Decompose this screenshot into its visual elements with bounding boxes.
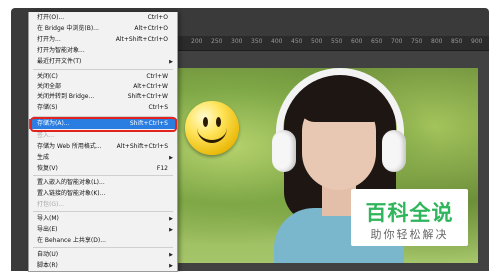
menu-item[interactable]: 关闭并转到 Bridge... Shift+Ctrl+W bbox=[29, 92, 177, 102]
menu-item-label: 置入嵌入的智能对象(L)... bbox=[37, 179, 105, 186]
menu-separator bbox=[33, 175, 173, 176]
menu-item-label: 打开为... bbox=[37, 36, 61, 43]
menu-item[interactable]: 关闭(C) Ctrl+W bbox=[29, 72, 177, 82]
smiley-face-icon bbox=[185, 101, 239, 155]
watermark-title: 百科全说 bbox=[365, 201, 454, 225]
menu-item-label: 关闭(C) bbox=[37, 73, 58, 80]
watermark-logo: 百科全说 助你轻松解决 bbox=[351, 189, 468, 246]
menu-item-label: 打包(G)... bbox=[37, 201, 65, 208]
menu-item: 签入... bbox=[29, 131, 177, 141]
menu-separator bbox=[33, 211, 173, 212]
menu-item-shortcut: F12 bbox=[156, 165, 168, 172]
menu-item-shortcut: Alt+Ctrl+O bbox=[134, 25, 168, 32]
menu-item-label: 生成 bbox=[37, 154, 50, 161]
menu-item[interactable]: 自动(U) ▶ bbox=[29, 250, 177, 260]
menu-item-shortcut: Ctrl+S bbox=[148, 104, 168, 111]
ruler-tick-label: 350 bbox=[251, 38, 263, 45]
menu-item[interactable]: 存储为 Web 所用格式... Alt+Shift+Ctrl+S bbox=[29, 142, 177, 152]
menu-item: 打包(G)... bbox=[29, 200, 177, 210]
ruler-tick-label: 400 bbox=[271, 38, 283, 45]
menu-item[interactable]: 在 Bridge 中浏览(B)... Alt+Ctrl+O bbox=[29, 24, 177, 34]
menu-item-label: 打开为智能对象... bbox=[37, 47, 85, 54]
horizontal-ruler: 200 250 300 350 400 450 500 550 600 650 700 750 800 8… bbox=[177, 36, 489, 51]
menu-item[interactable]: 存储(S) Ctrl+S bbox=[29, 103, 177, 113]
chevron-right-icon: ▶ bbox=[169, 59, 173, 65]
menu-item-label: 存储(S) bbox=[37, 104, 58, 111]
highlight-callout-box bbox=[30, 117, 177, 132]
menu-item-label: 签入... bbox=[37, 132, 55, 139]
menu-separator bbox=[33, 247, 173, 248]
ruler-tick-label: 750 bbox=[411, 38, 423, 45]
ruler-tick-label: 650 bbox=[371, 38, 383, 45]
ruler-tick-label: 300 bbox=[231, 38, 243, 45]
menu-item[interactable]: 生成 ▶ bbox=[29, 153, 177, 163]
chevron-right-icon: ▶ bbox=[169, 263, 173, 269]
menu-item-shortcut: Ctrl+O bbox=[147, 14, 168, 21]
menu-item[interactable]: 脚本(R) ▶ bbox=[29, 261, 177, 271]
menu-item[interactable]: 置入嵌入的智能对象(L)... bbox=[29, 178, 177, 188]
menu-item-label: 关闭全部 bbox=[37, 83, 62, 90]
menu-item[interactable]: 打开为智能对象... bbox=[29, 46, 177, 56]
menu-item[interactable]: 打开为... Alt+Shift+Ctrl+O bbox=[29, 35, 177, 45]
menu-item-label: 恢复(V) bbox=[37, 165, 58, 172]
ruler-tick-label: 550 bbox=[331, 38, 343, 45]
menu-item-label: 存储为 Web 所用格式... bbox=[37, 143, 102, 150]
menu-item-label: 脚本(R) bbox=[37, 262, 58, 269]
menu-item-shortcut: Alt+Shift+Ctrl+S bbox=[116, 143, 168, 150]
menu-item-label: 置入链接的智能对象(K)... bbox=[37, 190, 106, 197]
menu-item-label: 在 Bridge 中浏览(B)... bbox=[37, 25, 99, 32]
menu-item-shortcut: Alt+Ctrl+W bbox=[133, 83, 168, 90]
ruler-tick-label: 850 bbox=[451, 38, 463, 45]
watermark-subtitle: 助你轻松解决 bbox=[370, 228, 449, 241]
menu-item[interactable]: 导出(E) ▶ bbox=[29, 225, 177, 235]
chevron-right-icon: ▶ bbox=[169, 155, 173, 161]
menu-item-label: 在 Behance 上共享(D)... bbox=[37, 237, 106, 244]
menu-item[interactable]: 最近打开文件(T) ▶ bbox=[29, 57, 177, 67]
menu-item[interactable]: 导入(M) ▶ bbox=[29, 214, 177, 224]
ruler-tick-label: 250 bbox=[211, 38, 223, 45]
ruler-tick-label: 450 bbox=[291, 38, 303, 45]
chevron-right-icon: ▶ bbox=[169, 216, 173, 222]
menu-separator bbox=[33, 69, 173, 70]
chevron-right-icon: ▶ bbox=[169, 227, 173, 233]
ruler-tick-label: 600 bbox=[351, 38, 363, 45]
chevron-right-icon: ▶ bbox=[169, 252, 173, 258]
menu-item-label: 导出(E) bbox=[37, 226, 58, 233]
menu-item-shortcut: Ctrl+W bbox=[146, 73, 168, 80]
ruler-tick-label: 800 bbox=[431, 38, 443, 45]
menu-item-shortcut: Alt+Shift+Ctrl+O bbox=[115, 36, 168, 43]
menu-item[interactable]: 关闭全部 Alt+Ctrl+W bbox=[29, 82, 177, 92]
menu-item[interactable]: 置入链接的智能对象(K)... bbox=[29, 189, 177, 199]
file-menu: 打开(O)... Ctrl+O 在 Bridge 中浏览(B)... Alt+Ctrl… bbox=[28, 12, 178, 272]
menu-item-label: 导入(M) bbox=[37, 215, 59, 222]
menu-item[interactable]: 在 Behance 上共享(D)... bbox=[29, 236, 177, 246]
ruler-tick-label: 200 bbox=[191, 38, 203, 45]
menu-item-label: 自动(U) bbox=[37, 251, 59, 258]
ruler-tick-label: 700 bbox=[391, 38, 403, 45]
menu-item-label: 关闭并转到 Bridge... bbox=[37, 93, 95, 100]
ruler-tick-label: 500 bbox=[311, 38, 323, 45]
menu-item-label: 最近打开文件(T) bbox=[37, 58, 82, 65]
menu-item[interactable]: 打开(O)... Ctrl+O bbox=[29, 13, 177, 23]
menu-item-shortcut: Shift+Ctrl+W bbox=[127, 93, 168, 100]
ruler-tick-label: 900 bbox=[471, 38, 483, 45]
menu-item-label: 打开(O)... bbox=[37, 14, 65, 21]
menu-item[interactable]: 恢复(V) F12 bbox=[29, 164, 177, 174]
